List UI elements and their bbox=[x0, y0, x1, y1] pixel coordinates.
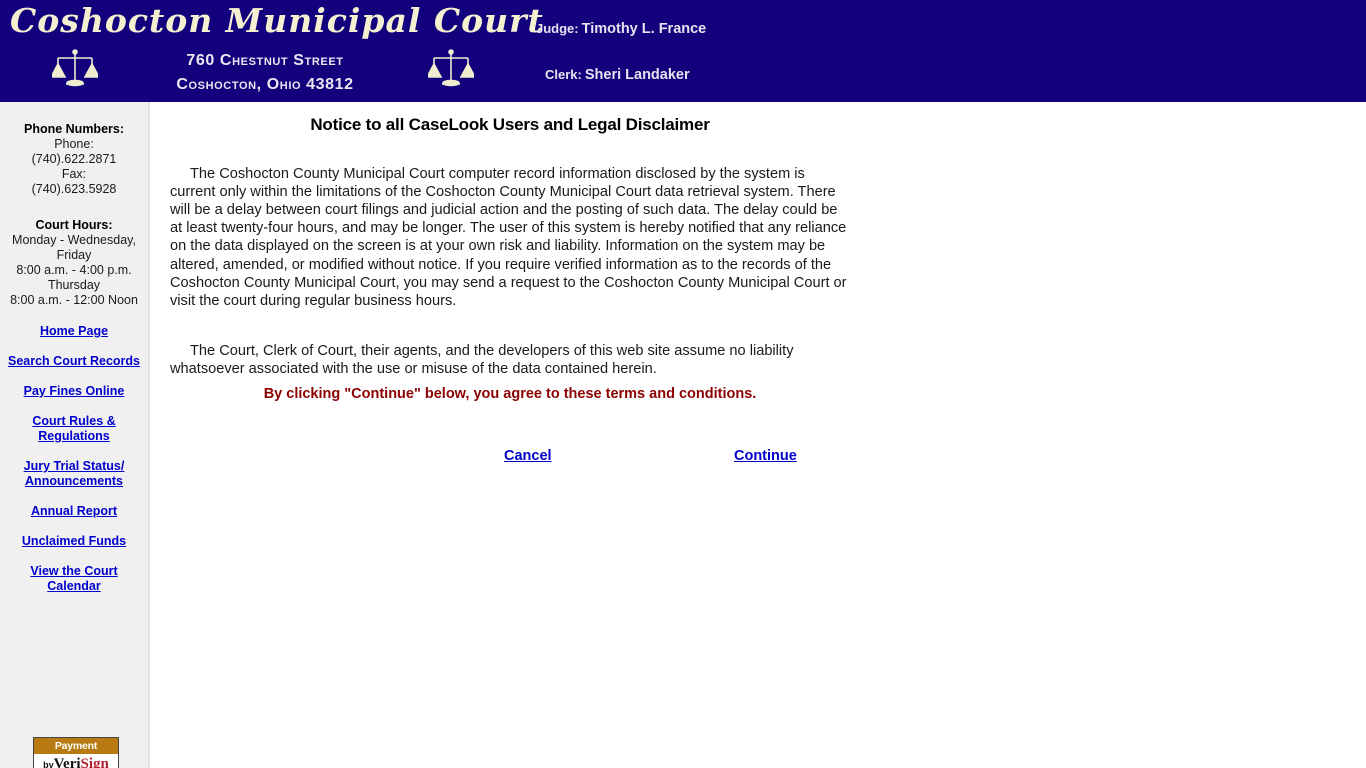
court-address: 760 Chestnut Street Coshocton, Ohio 4381… bbox=[130, 49, 400, 97]
scales-of-justice-icon bbox=[52, 49, 98, 87]
court-hours-line-3: 8:00 a.m. - 4:00 p.m. bbox=[16, 263, 132, 277]
phone-numbers-block: Phone Numbers: Phone: (740).622.2871 Fax… bbox=[0, 122, 148, 197]
judge-label: Judge: bbox=[536, 21, 579, 36]
court-hours-heading: Court Hours: bbox=[35, 218, 113, 232]
court-hours-line-5: 8:00 a.m. - 12:00 Noon bbox=[10, 293, 138, 307]
verisign-wordmark: byVeriSign bbox=[34, 754, 118, 768]
sidebar-item-home-page[interactable]: Home Page bbox=[8, 324, 140, 339]
sidebar-item-pay-fines-online[interactable]: Pay Fines Online bbox=[8, 384, 140, 399]
disclaimer-paragraph-1: The Coshocton County Municipal Court com… bbox=[170, 165, 847, 310]
sidebar-item-court-rules-regulations[interactable]: Court Rules & Regulations bbox=[8, 414, 140, 444]
sidebar-item-jury-trial-status-announcements[interactable]: Jury Trial Status/ Announcements bbox=[8, 459, 140, 489]
court-hours-line-4: Thursday bbox=[47, 278, 101, 292]
sidebar-item-annual-report[interactable]: Annual Report bbox=[8, 504, 140, 519]
sidebar-item-search-court-records[interactable]: Search Court Records bbox=[8, 354, 140, 369]
sidebar-item-unclaimed-funds[interactable]: Unclaimed Funds bbox=[8, 534, 140, 549]
sidebar-nav: Home Page Search Court Records Pay Fines… bbox=[0, 324, 148, 609]
court-hours-block: Court Hours: Monday - Wednesday, Friday … bbox=[0, 218, 148, 308]
fax-value: (740).623.5928 bbox=[31, 182, 117, 196]
scales-of-justice-icon bbox=[428, 49, 474, 87]
verisign-sign-label: Sign bbox=[80, 756, 109, 768]
cancel-link[interactable]: Cancel bbox=[504, 448, 552, 464]
judge-info: Judge: Timothy L. France bbox=[536, 20, 706, 37]
court-hours-line-2: Friday bbox=[56, 248, 92, 262]
clerk-label: Clerk: bbox=[545, 67, 582, 82]
verisign-veri-label: Veri bbox=[53, 756, 81, 768]
verisign-by-label: by bbox=[43, 760, 54, 768]
address-line-2: Coshocton, Ohio 43812 bbox=[176, 76, 354, 93]
agreement-notice: By clicking "Continue" below, you agree … bbox=[263, 386, 757, 402]
sidebar-item-view-court-calendar[interactable]: View the Court Calendar bbox=[8, 564, 140, 594]
continue-link[interactable]: Continue bbox=[734, 448, 797, 464]
phone-label: Phone: bbox=[54, 137, 94, 151]
verisign-payment-services-badge: Payment Services byVeriSign bbox=[33, 737, 119, 768]
site-header-banner: Coshocton Municipal Court 760 Chestnut S… bbox=[0, 0, 1366, 102]
address-line-1: 760 Chestnut Street bbox=[186, 52, 344, 69]
verisign-top-label: Payment Services bbox=[34, 738, 118, 768]
court-hours-line-1: Monday - Wednesday, bbox=[12, 233, 136, 247]
page-title: Notice to all CaseLook Users and Legal D… bbox=[310, 115, 710, 134]
judge-name: Timothy L. France bbox=[581, 21, 707, 37]
fax-label: Fax: bbox=[61, 167, 87, 181]
main-content: Notice to all CaseLook Users and Legal D… bbox=[150, 102, 1366, 768]
sidebar: Phone Numbers: Phone: (740).622.2871 Fax… bbox=[0, 102, 150, 768]
clerk-info: Clerk: Sheri Landaker bbox=[545, 66, 690, 83]
phone-value: (740).622.2871 bbox=[31, 152, 117, 166]
court-title: Coshocton Municipal Court bbox=[10, 1, 544, 40]
phone-numbers-heading: Phone Numbers: bbox=[23, 122, 124, 136]
disclaimer-paragraph-2: The Court, Clerk of Court, their agents,… bbox=[170, 342, 794, 377]
action-links: Cancel Continue bbox=[170, 448, 850, 468]
clerk-name: Sheri Landaker bbox=[584, 67, 690, 83]
